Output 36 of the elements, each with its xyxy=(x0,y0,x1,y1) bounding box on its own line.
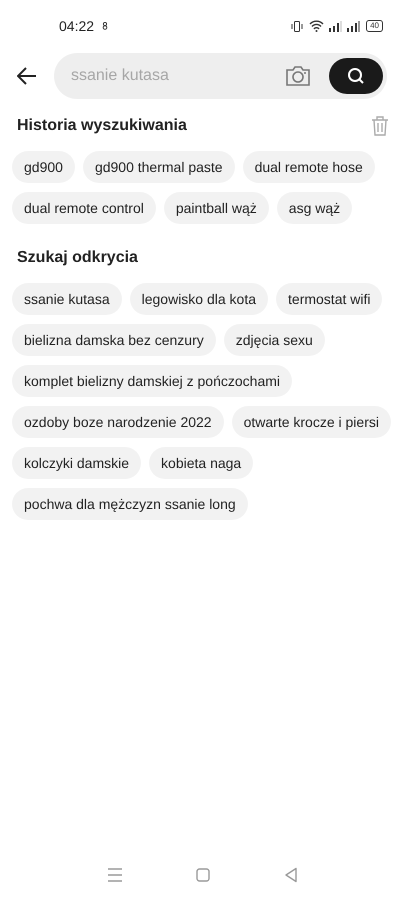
section-title: Szukaj odkrycia xyxy=(17,249,138,266)
signal-icon xyxy=(346,20,360,32)
search-chip[interactable]: dual remote control xyxy=(12,192,156,224)
search-chip[interactable]: pochwa dla mężczyzn ssanie long xyxy=(12,488,248,520)
home-icon[interactable] xyxy=(196,868,210,882)
search-chip[interactable]: kobieta naga xyxy=(149,447,254,479)
search-chip[interactable]: dual remote hose xyxy=(242,151,375,183)
search-chip[interactable]: legowisko dla kota xyxy=(130,283,268,315)
search-input[interactable]: ssanie kutasa xyxy=(71,64,285,88)
search-chip[interactable]: gd900 thermal paste xyxy=(82,151,235,183)
search-chip[interactable]: zdjęcia sexu xyxy=(224,324,325,356)
search-field[interactable]: ssanie kutasa xyxy=(54,53,387,99)
status-time: 04:22 xyxy=(59,16,94,36)
search-chip[interactable]: otwarte krocze i piersi xyxy=(232,406,391,438)
battery-indicator: 40 xyxy=(366,20,383,32)
search-button[interactable] xyxy=(329,58,383,94)
menu-icon[interactable] xyxy=(106,868,123,882)
search-chip[interactable]: asg wąż xyxy=(276,192,352,224)
trash-icon[interactable] xyxy=(371,116,389,136)
search-chip[interactable]: gd900 xyxy=(12,151,75,183)
search-chip[interactable]: termostat wifi xyxy=(276,283,382,315)
camera-icon[interactable] xyxy=(285,65,311,87)
search-chip[interactable]: ssanie kutasa xyxy=(12,283,122,315)
search-chip[interactable]: kolczyki damskie xyxy=(12,447,142,479)
back-arrow-icon[interactable] xyxy=(17,67,37,85)
section-title: Historia wyszukiwania xyxy=(17,116,187,136)
wifi-icon xyxy=(309,20,324,32)
notification-icon xyxy=(102,22,108,30)
search-chip[interactable]: paintball wąż xyxy=(164,192,269,224)
back-icon[interactable] xyxy=(284,867,298,883)
search-chip[interactable]: ozdoby boze narodzenie 2022 xyxy=(12,406,224,438)
vibrate-icon xyxy=(291,20,304,32)
signal-icon xyxy=(328,20,342,32)
search-icon[interactable] xyxy=(347,67,365,85)
search-chip[interactable]: komplet bielizny damskiej z pończochami xyxy=(12,365,292,397)
search-chip[interactable]: bielizna damska bez cenzury xyxy=(12,324,216,356)
